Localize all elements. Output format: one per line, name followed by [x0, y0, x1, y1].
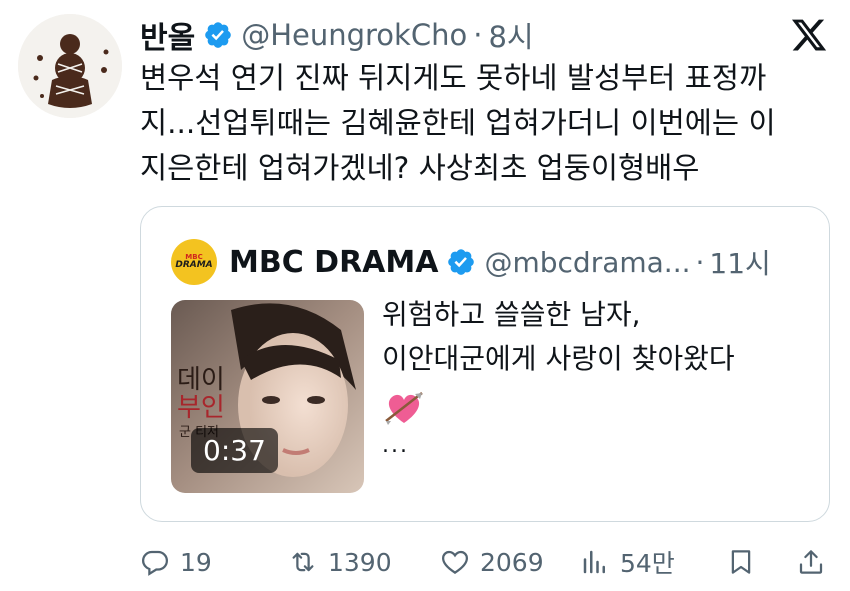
- quoted-author-display-name[interactable]: MBC DRAMA: [229, 245, 438, 280]
- x-logo-icon[interactable]: [790, 16, 828, 54]
- repost-icon: [292, 552, 314, 572]
- view-count: 54만: [620, 549, 675, 578]
- verified-badge-icon: [205, 22, 232, 48]
- tweet-action-bar: 19 1390 2069 54만: [140, 540, 830, 584]
- heart-arrow-emoji-icon: [385, 392, 423, 425]
- video-duration: 0:37: [191, 428, 278, 473]
- tweet-text: 변우석 연기 진짜 뒤지게도 못하네 발성부터 표정까 지...선업튀때는 김혜…: [140, 61, 776, 185]
- reply-icon: [141, 550, 169, 576]
- tweet-time[interactable]: 8시: [488, 14, 533, 56]
- quoted-author-avatar[interactable]: MBC DRAMA: [171, 239, 217, 285]
- quoted-author-handle[interactable]: @mbcdrama...: [484, 246, 690, 279]
- thumbnail-title-line-2: 부인: [177, 393, 225, 423]
- avatar-image: [18, 14, 122, 118]
- share-button[interactable]: [796, 540, 826, 584]
- views-button[interactable]: 54만: [580, 540, 675, 584]
- quoted-tweet-time[interactable]: 11시: [709, 242, 770, 282]
- bookmark-button[interactable]: [726, 540, 756, 584]
- like-count: 2069: [480, 547, 544, 577]
- like-icon: [441, 550, 469, 574]
- separator-dot: ·: [695, 245, 705, 279]
- tweet-header: 반올 @HeungrokCho · 8시: [140, 12, 830, 58]
- views-icon: [583, 550, 605, 574]
- thumbnail-title-line-1: 데이: [177, 365, 225, 395]
- author-handle[interactable]: @HeungrokCho: [241, 18, 467, 52]
- bookmark-icon: [731, 550, 751, 574]
- truncation-ellipsis: ...: [382, 433, 409, 458]
- repost-button[interactable]: 1390: [288, 540, 392, 584]
- quoted-tweet-text: 위험하고 쓸쓸한 남자, 이안대군에게 사랑이 찾아왔다: [382, 298, 735, 375]
- reply-count: 19: [180, 547, 212, 577]
- verified-badge-icon: [448, 249, 475, 275]
- separator-dot: ·: [473, 18, 483, 52]
- author-display-name[interactable]: 반올: [140, 13, 195, 57]
- reply-button[interactable]: 19: [140, 540, 212, 584]
- share-icon: [799, 550, 823, 574]
- like-button[interactable]: 2069: [440, 540, 544, 584]
- quoted-tweet-card[interactable]: MBC DRAMA MBC DRAMA @mbcdrama... · 11시 데…: [140, 206, 830, 522]
- avatar-logo-bottom: DRAMA: [175, 260, 213, 270]
- author-avatar[interactable]: [18, 14, 122, 118]
- repost-count: 1390: [328, 547, 392, 577]
- quoted-tweet-header: MBC DRAMA MBC DRAMA @mbcdrama... · 11시: [171, 239, 771, 285]
- video-thumbnail[interactable]: 데이 부인 군 티저 0:37: [171, 300, 364, 493]
